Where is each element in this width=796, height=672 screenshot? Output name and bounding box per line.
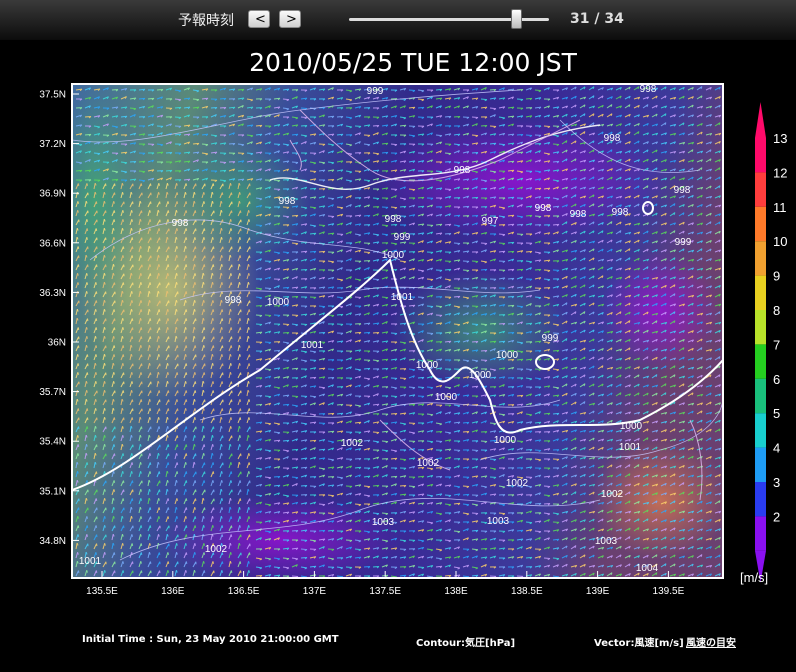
- colorbar-tick-label: 12: [773, 165, 787, 180]
- isobar-label: 998: [535, 203, 552, 214]
- isobar-label: 1000: [494, 435, 517, 446]
- colorbar-segment: [755, 344, 766, 379]
- isobar-label: 998: [612, 207, 629, 218]
- colorbar-tick-label: 4: [773, 441, 780, 456]
- colorbar-segment: [755, 482, 766, 517]
- isobar-label: 1002: [601, 489, 624, 500]
- isobar-label: 1003: [595, 536, 618, 547]
- colorbar-tick-label: 5: [773, 406, 780, 421]
- lon-label: 139E: [586, 586, 610, 597]
- isobar-label: 1004: [636, 563, 659, 574]
- colorbar-tick-label: 13: [773, 131, 787, 146]
- colorbar-tick-label: 11: [773, 200, 787, 215]
- lon-label: 138E: [444, 586, 468, 597]
- isobar-label: 999: [542, 333, 559, 344]
- isobar-label: 999: [394, 232, 411, 243]
- lon-label: 136E: [161, 586, 185, 597]
- colorbar-segment: [755, 172, 766, 207]
- colorbar-segment: [755, 447, 766, 482]
- isobar-label: 998: [279, 196, 296, 207]
- lat-label: 36.9N: [39, 189, 66, 200]
- isobar-label: 1000: [267, 297, 290, 308]
- isobar-label: 1002: [341, 438, 364, 449]
- lon-label: 136.5E: [228, 586, 260, 597]
- isobar-label: 998: [172, 218, 189, 229]
- isobar-label: 1001: [79, 556, 102, 567]
- colorbar-tick-label: 7: [773, 337, 780, 352]
- wind-guide-link[interactable]: 風速の目安: [686, 634, 736, 649]
- colorbar-segment: [755, 378, 766, 414]
- isobar-label: 1000: [496, 350, 519, 361]
- lat-label: 35.1N: [39, 486, 66, 497]
- lat-label: 36.6N: [39, 238, 66, 249]
- isobar-label: 1002: [506, 478, 529, 489]
- isobar-label: 998: [640, 84, 657, 95]
- isobar-label: 1000: [435, 392, 458, 403]
- isobar-label: 999: [367, 86, 384, 97]
- weather-map: 37.5N37.2N36.9N36.6N36.3N36N35.7N35.4N35…: [39, 83, 787, 597]
- lon-label: 139.5E: [653, 586, 685, 597]
- initial-time-text: Initial Time : Sun, 23 May 2010 21:00:00…: [82, 634, 339, 645]
- colorbar-segment: [755, 206, 766, 242]
- isobar-label: 1002: [417, 458, 440, 469]
- colorbar-tick-label: 8: [773, 303, 780, 318]
- vector-legend-text: Vector:風速[m/s]: [594, 638, 684, 649]
- lat-label: 35.4N: [39, 437, 66, 448]
- isobar-label: 1001: [619, 442, 642, 453]
- colorbar-tick-label: 6: [773, 372, 780, 387]
- isobar-label: 999: [675, 237, 692, 248]
- isobar-label: 1000: [620, 421, 643, 432]
- colorbar-segment: [755, 138, 766, 173]
- isobar-label: 998: [385, 214, 402, 225]
- colorbar-segment: [755, 241, 766, 276]
- lon-label: 137E: [303, 586, 327, 597]
- lat-label: 34.8N: [39, 536, 66, 547]
- isobar-label: 1000: [469, 370, 492, 381]
- isobar-label: 1001: [301, 340, 324, 351]
- isobar-label: 1002: [205, 544, 228, 555]
- colorbar-segment: [755, 413, 766, 448]
- isobar-label: 998: [225, 295, 242, 306]
- contour-legend-text: Contour:気圧[hPa]: [416, 638, 516, 649]
- lat-label: 36.3N: [39, 288, 66, 299]
- isobar-label: 998: [454, 165, 471, 176]
- isobar-label: 1000: [382, 250, 405, 261]
- isobar-label: 997: [482, 216, 499, 227]
- isobar-label: 1001: [391, 292, 414, 303]
- colorbar-tick-label: 9: [773, 269, 780, 284]
- lat-label: 35.7N: [39, 387, 66, 398]
- colorbar-unit: [m/s]: [740, 570, 768, 585]
- colorbar-segment: [755, 516, 766, 551]
- lon-label: 137.5E: [369, 586, 401, 597]
- isobar-label: 1003: [487, 516, 510, 527]
- colorbar-tick-label: 2: [773, 509, 780, 524]
- lat-label: 36N: [48, 338, 66, 349]
- colorbar-segment: [755, 275, 766, 310]
- wind-speed-colorbar: [755, 102, 766, 583]
- isobar-label: 998: [674, 185, 691, 196]
- lon-label: 138.5E: [511, 586, 543, 597]
- lon-label: 135.5E: [86, 586, 118, 597]
- colorbar-top-arrow: [755, 102, 766, 138]
- isobar-label: 998: [604, 133, 621, 144]
- colorbar-segment: [755, 310, 766, 345]
- isobar-label: 1003: [372, 517, 395, 528]
- isobar-label: 998: [570, 209, 587, 220]
- lat-label: 37.2N: [39, 139, 66, 150]
- isobar-label: 1000: [416, 360, 439, 371]
- colorbar-tick-label: 3: [773, 475, 780, 490]
- colorbar-tick-label: 10: [773, 234, 787, 249]
- lat-label: 37.5N: [39, 90, 66, 101]
